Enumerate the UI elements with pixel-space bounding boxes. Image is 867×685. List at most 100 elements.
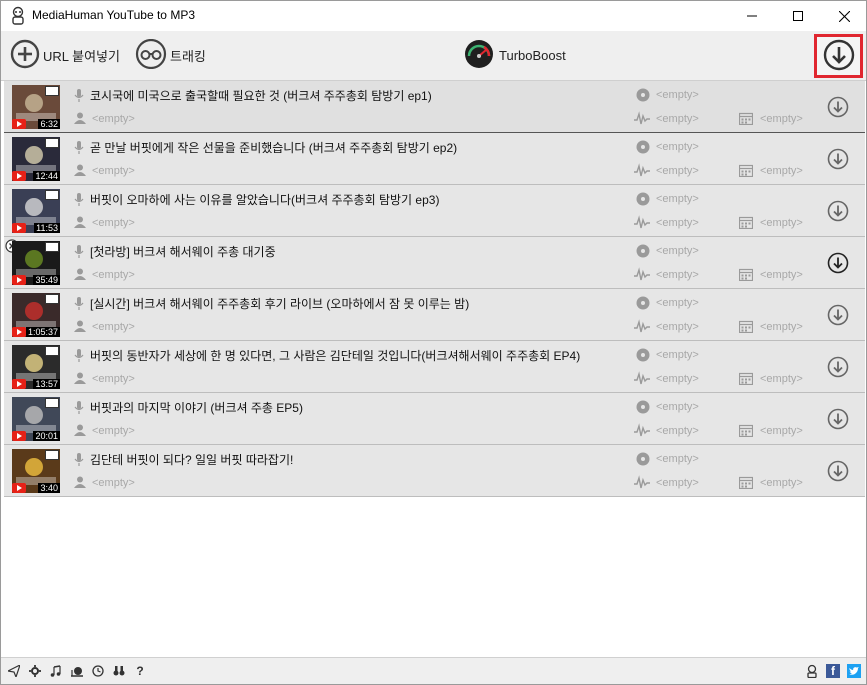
genre-waveform-icon	[634, 319, 650, 336]
artist-icon	[74, 320, 86, 335]
track-title[interactable]: 버핏의 동반자가 세상에 한 명 있다면, 그 사람은 김단테일 것입니다(버크…	[90, 347, 580, 364]
youtube-icon	[12, 431, 26, 441]
album-field[interactable]: <empty>	[656, 245, 699, 257]
download-icon[interactable]	[827, 304, 849, 329]
album-disc-icon	[636, 140, 650, 157]
music-note-icon[interactable]	[49, 664, 63, 678]
tracking-label: 트래킹	[170, 48, 206, 64]
tracking-button[interactable]: 트래킹	[135, 38, 206, 71]
download-icon[interactable]	[827, 460, 849, 485]
download-icon[interactable]	[827, 408, 849, 433]
year-field[interactable]: <empty>	[760, 217, 803, 229]
track-row[interactable]: 20:01 버핏과의 마지막 이야기 (버크셔 주총 EP5) <empty> …	[4, 393, 865, 445]
app-window: MediaHuman YouTube to MP3 URL 붙여넣기 트래킹 T…	[0, 0, 867, 685]
artist-field[interactable]: <empty>	[92, 269, 135, 281]
album-field[interactable]: <empty>	[656, 401, 699, 413]
genre-field[interactable]: <empty>	[656, 217, 699, 229]
download-icon[interactable]	[827, 200, 849, 225]
turboboost-button[interactable]: TurboBoost	[464, 39, 566, 71]
send-icon[interactable]	[7, 664, 21, 678]
track-title[interactable]: [첫라방] 버크셔 해서웨이 주총 대기중	[90, 243, 276, 260]
genre-waveform-icon	[634, 423, 650, 440]
twitter-icon[interactable]	[847, 664, 861, 678]
artist-field[interactable]: <empty>	[92, 373, 135, 385]
turboboost-label: TurboBoost	[499, 47, 566, 63]
album-field[interactable]: <empty>	[656, 453, 699, 465]
facebook-icon[interactable]: f	[826, 664, 840, 678]
paste-url-button[interactable]: URL 붙여넣기	[10, 39, 120, 71]
track-title[interactable]: 곧 만날 버핏에게 작은 선물을 준비했습니다 (버크셔 주주총회 탐방기 ep…	[90, 139, 457, 156]
artist-icon	[74, 268, 86, 283]
help-icon[interactable]: ?	[133, 664, 147, 678]
video-format-icon	[45, 138, 59, 148]
track-row[interactable]: 3:40 김단테 버핏이 되다? 일일 버핏 따라잡기! <empty> <em…	[4, 445, 865, 497]
year-field[interactable]: <empty>	[760, 425, 803, 437]
track-row[interactable]: 13:57 버핏의 동반자가 세상에 한 명 있다면, 그 사람은 김단테일 것…	[4, 341, 865, 393]
artist-field[interactable]: <empty>	[92, 477, 135, 489]
year-field[interactable]: <empty>	[760, 477, 803, 489]
calendar-icon	[738, 112, 754, 128]
video-duration: 1:05:37	[25, 327, 60, 337]
genre-field[interactable]: <empty>	[656, 321, 699, 333]
year-field[interactable]: <empty>	[760, 269, 803, 281]
maximize-button[interactable]	[775, 1, 821, 31]
speedometer-icon	[464, 39, 494, 72]
album-field[interactable]: <empty>	[656, 349, 699, 361]
album-field[interactable]: <empty>	[656, 193, 699, 205]
track-row[interactable]: 6:32 코시국에 미국으로 출국할때 필요한 것 (버크셔 주주총회 탐방기 …	[4, 81, 865, 133]
video-format-icon	[45, 450, 59, 460]
track-row[interactable]: 12:44 곧 만날 버핏에게 작은 선물을 준비했습니다 (버크셔 주주총회 …	[4, 133, 865, 185]
track-title[interactable]: 김단테 버핏이 되다? 일일 버핏 따라잡기!	[90, 451, 293, 468]
gear-icon[interactable]	[28, 664, 42, 678]
artist-field[interactable]: <empty>	[92, 165, 135, 177]
year-field[interactable]: <empty>	[760, 165, 803, 177]
year-field[interactable]: <empty>	[760, 321, 803, 333]
calendar-icon	[738, 372, 754, 388]
video-duration: 3:40	[38, 483, 60, 493]
genre-waveform-icon	[634, 111, 650, 128]
calendar-icon	[738, 424, 754, 440]
genre-field[interactable]: <empty>	[656, 373, 699, 385]
track-title[interactable]: [실시간] 버크셔 해서웨이 주주총회 후기 라이브 (오마하에서 잠 못 이루…	[90, 295, 469, 312]
artist-field[interactable]: <empty>	[92, 217, 135, 229]
binoculars-small-icon[interactable]	[112, 664, 126, 678]
track-row[interactable]: 11:53 버핏이 오마하에 사는 이유를 알았습니다(버크셔 주주총회 탐방기…	[4, 185, 865, 237]
youtube-icon	[12, 171, 26, 181]
year-field[interactable]: <empty>	[760, 373, 803, 385]
robot-icon[interactable]	[805, 664, 819, 678]
year-field[interactable]: <empty>	[760, 113, 803, 125]
track-row[interactable]: 1:05:37 [실시간] 버크셔 해서웨이 주주총회 후기 라이브 (오마하에…	[4, 289, 865, 341]
download-all-button[interactable]	[814, 34, 863, 78]
close-window-button[interactable]	[821, 1, 867, 31]
genre-field[interactable]: <empty>	[656, 113, 699, 125]
download-icon[interactable]	[827, 96, 849, 121]
minimize-button[interactable]	[729, 1, 775, 31]
status-bar: ? f	[1, 657, 866, 684]
genre-field[interactable]: <empty>	[656, 269, 699, 281]
album-disc-icon	[636, 88, 650, 105]
genre-waveform-icon	[634, 267, 650, 284]
download-icon[interactable]	[827, 252, 849, 277]
track-title[interactable]: 버핏이 오마하에 사는 이유를 알았습니다(버크셔 주주총회 탐방기 ep3)	[90, 191, 439, 208]
youtube-icon	[12, 379, 26, 389]
album-field[interactable]: <empty>	[656, 141, 699, 153]
genre-field[interactable]: <empty>	[656, 477, 699, 489]
download-icon[interactable]	[827, 356, 849, 381]
track-title[interactable]: 코시국에 미국으로 출국할때 필요한 것 (버크셔 주주총회 탐방기 ep1)	[90, 87, 432, 104]
genre-field[interactable]: <empty>	[656, 165, 699, 177]
album-field[interactable]: <empty>	[656, 297, 699, 309]
youtube-icon	[12, 327, 26, 337]
album-field[interactable]: <empty>	[656, 89, 699, 101]
microphone-icon	[74, 453, 84, 470]
genre-field[interactable]: <empty>	[656, 425, 699, 437]
download-icon[interactable]	[827, 148, 849, 173]
artist-field[interactable]: <empty>	[92, 321, 135, 333]
artist-icon	[74, 424, 86, 439]
clock-icon[interactable]	[91, 664, 105, 678]
artist-field[interactable]: <empty>	[92, 113, 135, 125]
track-title[interactable]: 버핏과의 마지막 이야기 (버크셔 주총 EP5)	[90, 399, 303, 416]
artist-field[interactable]: <empty>	[92, 425, 135, 437]
app-logo-icon	[9, 6, 27, 26]
track-row[interactable]: 35:49 [첫라방] 버크셔 해서웨이 주총 대기중 <empty> <emp…	[4, 237, 865, 289]
snail-icon[interactable]	[70, 664, 84, 678]
